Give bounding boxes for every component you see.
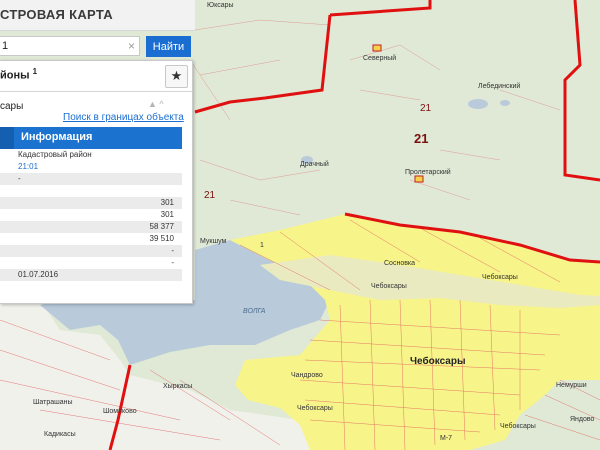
label-volga: ВОЛГА: [243, 308, 266, 315]
info-tab-handle[interactable]: [0, 127, 14, 149]
label-shomikovo: Шомиково: [103, 408, 137, 415]
label-m7: М-7: [440, 435, 452, 442]
label-cheboksary-2: Чебоксары: [371, 282, 407, 290]
info-row: 301: [0, 209, 182, 221]
info-row-value: 39 510: [149, 234, 174, 243]
top-bar: СТРОВАЯ КАРТА: [0, 0, 195, 31]
info-row[interactable]: 21:01: [0, 161, 182, 173]
info-row-label: 21:01: [18, 162, 39, 171]
search-row: × Найти: [0, 36, 191, 58]
label-cheboksary-3: Чебоксары: [297, 404, 333, 412]
info-row-value: -: [171, 246, 174, 255]
info-row-label: -: [18, 174, 21, 183]
label-lebedinsky: Лебединский: [478, 82, 520, 90]
label-cheboksary-4: Чебоксары: [500, 422, 536, 430]
label-district-1: 1: [260, 242, 264, 249]
label-cheboksary-city: Чебоксары: [410, 355, 466, 367]
marker-severny: [372, 44, 382, 52]
layer-title: йоны 1: [0, 67, 38, 82]
label-district-21-main: 21: [414, 131, 428, 146]
collapse-icons[interactable]: ▲ ^: [148, 99, 164, 109]
marker-proletarsky: [414, 175, 424, 183]
info-row: Кадастровый район: [0, 149, 182, 161]
info-row-label: Кадастровый район: [18, 150, 92, 159]
label-drachny: Драчный: [300, 160, 329, 168]
label-district-21-west: 21: [204, 190, 216, 201]
label-khyrkasy: Хыркасы: [163, 383, 192, 390]
info-row-label: 01.07.2016: [18, 270, 59, 279]
info-row: [0, 185, 182, 197]
label-cheboksary-1: Чебоксары: [482, 273, 518, 281]
search-input[interactable]: [0, 36, 140, 56]
lake-north: [468, 99, 488, 109]
find-button[interactable]: Найти: [146, 36, 191, 57]
label-proletarsky: Пролетарский: [405, 168, 451, 176]
info-row: 01.07.2016: [0, 269, 182, 281]
label-nemurshi: Немурши: [556, 382, 587, 389]
app-title: СТРОВАЯ КАРТА: [0, 7, 113, 22]
clear-icon[interactable]: ×: [128, 39, 135, 53]
info-row-value: -: [171, 258, 174, 267]
info-tab-header[interactable]: Информация: [0, 127, 182, 149]
object-name: сары: [0, 101, 24, 112]
info-row: -: [0, 257, 182, 269]
label-kadikasy: Кадикасы: [44, 431, 76, 438]
info-row-value: 301: [160, 198, 174, 207]
label-shatrashany: Шатрашаны: [33, 399, 73, 406]
info-row: -: [0, 173, 182, 185]
info-row: -: [0, 245, 182, 257]
label-mukshum: Мукшум: [200, 238, 227, 245]
label-chandrovo: Чандрово: [291, 372, 323, 379]
info-row: 301: [0, 197, 182, 209]
info-rows: Кадастровый район 21:01 - 301 301 58 377 39 51…: [0, 149, 182, 281]
info-row-value: 58 377: [149, 222, 174, 231]
panel-divider: [0, 91, 192, 92]
label-district-21-north: 21: [420, 103, 432, 114]
info-row: 58 377: [0, 221, 182, 233]
lake-east: [500, 100, 510, 106]
info-row: 39 510: [0, 233, 182, 245]
favorite-star-icon[interactable]: ★: [165, 65, 188, 88]
label-sosnovka: Сосновка: [384, 260, 415, 267]
label-yukasy: Юксары: [207, 2, 234, 9]
info-tab-label: Информация: [21, 131, 93, 143]
info-panel: йоны 1 ★ сары ▲ ^ Поиск в границах объек…: [0, 60, 193, 304]
info-row-value: 301: [160, 210, 174, 219]
label-severny: Северный: [363, 54, 396, 62]
label-yandovo: Яндово: [570, 416, 595, 423]
